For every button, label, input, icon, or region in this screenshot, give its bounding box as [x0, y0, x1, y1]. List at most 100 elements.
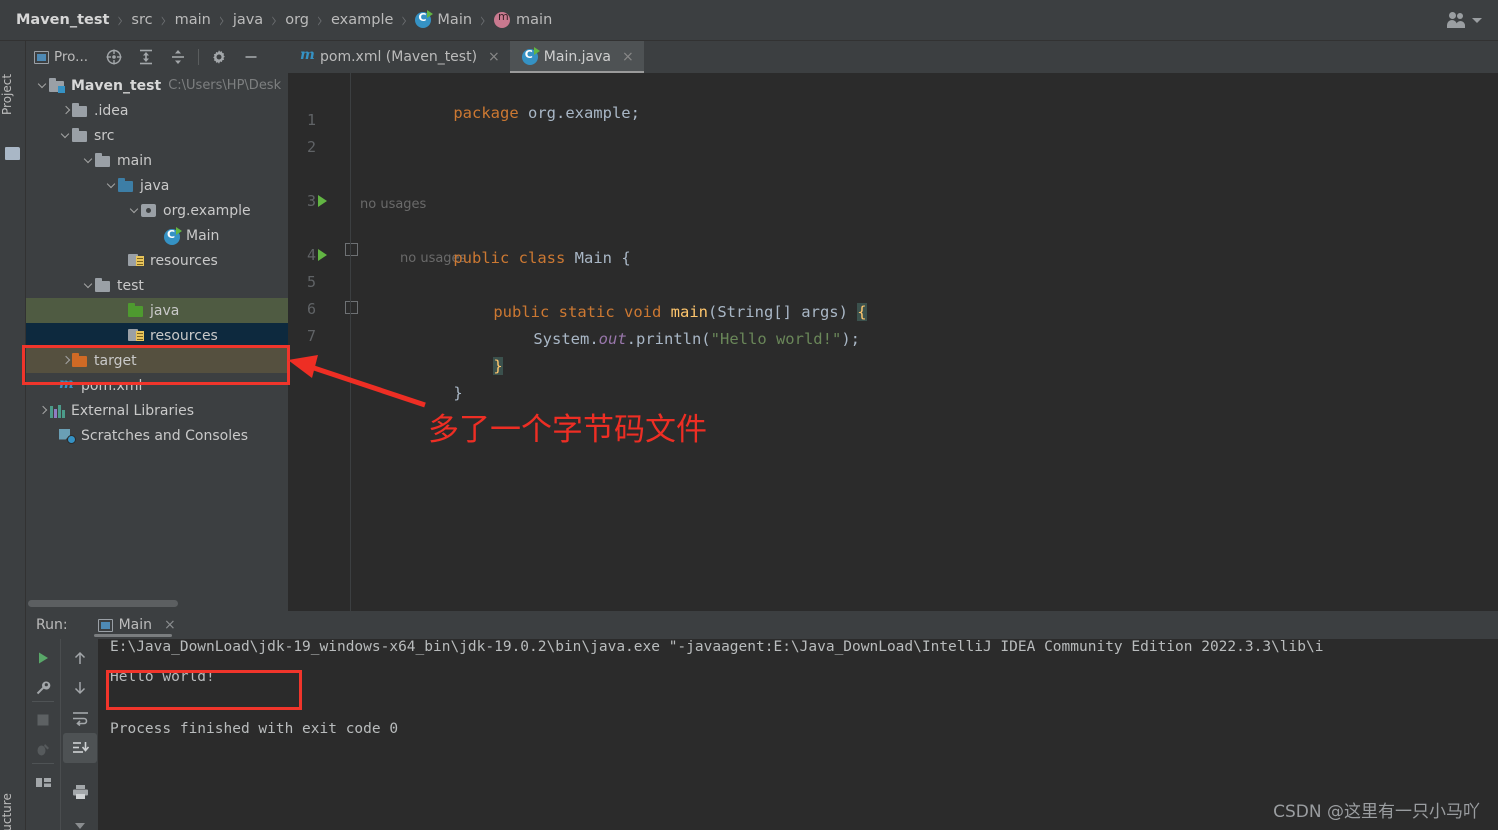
tree-item-package-org-example[interactable]: org.example: [26, 198, 288, 223]
folder-icon: [5, 147, 20, 160]
breadcrumb-item-project[interactable]: Maven_test: [16, 12, 109, 28]
editor-area: pom.xml (Maven_test) × Main.java × 1 2 3…: [288, 41, 1498, 611]
line-number: 6: [306, 300, 316, 318]
tree-item-label: .idea: [94, 102, 129, 119]
editor-tab-main-java[interactable]: Main.java ×: [509, 41, 644, 73]
code-editor[interactable]: 1 2 3 4 5 6 7 no usages no usages packag…: [288, 73, 1498, 611]
line-number: 4: [306, 246, 316, 264]
breadcrumb-label: org: [285, 12, 309, 28]
tree-item-test-java[interactable]: java: [26, 298, 288, 323]
soft-wrap-icon[interactable]: [63, 703, 97, 733]
project-tree-horizontal-scrollbar[interactable]: [26, 598, 288, 609]
expand-all-icon[interactable]: [130, 43, 162, 71]
locate-icon[interactable]: [98, 43, 130, 71]
breadcrumb-item-main[interactable]: main: [175, 12, 211, 28]
project-tool-window: Pro... Maven_test C:\Users\HP\Desk .idea…: [26, 41, 288, 611]
breadcrumb-item-src[interactable]: src: [131, 12, 152, 28]
intellij-idea-window: Maven_test › src › main › java › org › e…: [0, 0, 1498, 830]
editor-tab-label: pom.xml (Maven_test): [320, 49, 478, 65]
chevron-right-icon[interactable]: [59, 104, 72, 117]
chevron-down-icon[interactable]: [128, 204, 141, 217]
tree-item-label: External Libraries: [71, 402, 194, 419]
scroll-to-end-icon[interactable]: [63, 733, 97, 763]
editor-gutter[interactable]: 1 2 3 4 5 6 7: [288, 73, 358, 611]
chevron-down-icon[interactable]: [36, 79, 49, 92]
rerun-icon[interactable]: [26, 643, 60, 673]
code-token-matched-brace: }: [493, 357, 503, 375]
tree-item-label: resources: [150, 327, 218, 344]
tree-item-main-resources[interactable]: resources: [26, 248, 288, 273]
close-icon[interactable]: ×: [164, 617, 176, 633]
breadcrumb-item-class-main[interactable]: Main: [415, 9, 472, 29]
code-token-identifier: Main: [574, 249, 622, 267]
breadcrumb-item-method-main[interactable]: main: [494, 10, 553, 29]
chevron-right-icon[interactable]: [36, 404, 49, 417]
chevron-down-icon[interactable]: [105, 179, 118, 192]
tree-item-label: java: [150, 302, 180, 319]
settings-gear-icon[interactable]: [203, 43, 235, 71]
account-area[interactable]: [1447, 12, 1482, 28]
scratches-icon: [59, 428, 76, 444]
sidebar-tab-structure[interactable]: Structure: [0, 776, 26, 830]
project-window-icon: [34, 50, 49, 64]
tree-item-src-main-java[interactable]: java: [26, 173, 288, 198]
project-tree[interactable]: Maven_test C:\Users\HP\Desk .idea src ma…: [26, 73, 288, 591]
code-token-keyword: class: [518, 249, 575, 267]
project-panel-title-label: Pro...: [54, 49, 89, 65]
tree-item-external-libraries[interactable]: External Libraries: [26, 398, 288, 423]
close-icon[interactable]: ×: [622, 49, 634, 65]
collapse-all-icon[interactable]: [162, 43, 194, 71]
annotation-box-hello-world-output: [106, 670, 302, 710]
scroll-down-icon[interactable]: [63, 673, 97, 703]
run-method-gutter-icon[interactable]: [318, 249, 327, 261]
tree-item-label: java: [140, 177, 170, 194]
console-line-exit: Process finished with exit code 0: [110, 721, 399, 737]
run-tab-main[interactable]: Main ×: [92, 617, 182, 637]
tree-item-src[interactable]: src: [26, 123, 288, 148]
run-panel-header: Run: Main ×: [26, 611, 1498, 639]
chevron-down-icon[interactable]: [82, 154, 95, 167]
tree-item-test[interactable]: test: [26, 273, 288, 298]
tree-item-class-main[interactable]: Main: [26, 223, 288, 248]
line-number: 3: [306, 192, 316, 210]
code-lines[interactable]: no usages no usages package org.example;…: [350, 73, 1498, 611]
breadcrumb-item-example[interactable]: example: [331, 12, 393, 28]
scroll-up-icon[interactable]: [63, 643, 97, 673]
tree-item-main[interactable]: main: [26, 148, 288, 173]
chevron-down-icon[interactable]: [1472, 17, 1482, 23]
more-options-icon[interactable]: [63, 811, 97, 830]
tree-item-maven-test[interactable]: Maven_test C:\Users\HP\Desk: [26, 73, 288, 98]
toolbar-divider: [32, 701, 54, 702]
tree-item-label: Main: [186, 227, 220, 244]
annotation-box-target-folder: [22, 345, 290, 385]
layout-settings-icon[interactable]: [26, 767, 60, 797]
tree-item-scratches-and-consoles[interactable]: Scratches and Consoles: [26, 423, 288, 448]
breadcrumb-item-java[interactable]: java: [233, 12, 263, 28]
folder-gray-icon: [72, 102, 88, 118]
tree-item-idea[interactable]: .idea: [26, 98, 288, 123]
code-token-identifier: org.example;: [518, 104, 640, 122]
print-icon[interactable]: [63, 777, 97, 807]
breadcrumb-label: src: [131, 12, 153, 28]
resources-folder-icon: [128, 328, 144, 343]
editor-tab-pom-xml[interactable]: pom.xml (Maven_test) ×: [288, 41, 510, 73]
hide-panel-icon[interactable]: [235, 43, 267, 71]
breadcrumb-label: main: [516, 12, 553, 28]
breadcrumb-item-org[interactable]: org: [285, 12, 309, 28]
folder-test-green-icon: [128, 302, 144, 318]
tree-item-path-hint: C:\Users\HP\Desk: [168, 78, 282, 93]
scrollbar-thumb[interactable]: [28, 600, 178, 607]
toolbar-divider: [32, 763, 54, 764]
code-token-field: out: [598, 330, 627, 348]
chevron-down-icon[interactable]: [59, 129, 72, 142]
run-class-gutter-icon[interactable]: [318, 195, 327, 207]
people-icon[interactable]: [1447, 12, 1467, 28]
project-panel-title[interactable]: Pro...: [34, 49, 88, 65]
folder-source-blue-icon: [118, 177, 134, 193]
folder-gray-icon: [95, 277, 111, 293]
sidebar-tab-project[interactable]: Project: [0, 49, 26, 139]
code-token-call: .println(: [626, 330, 711, 348]
close-icon[interactable]: ×: [488, 49, 500, 65]
wrench-icon[interactable]: [26, 673, 60, 703]
chevron-down-icon[interactable]: [82, 279, 95, 292]
